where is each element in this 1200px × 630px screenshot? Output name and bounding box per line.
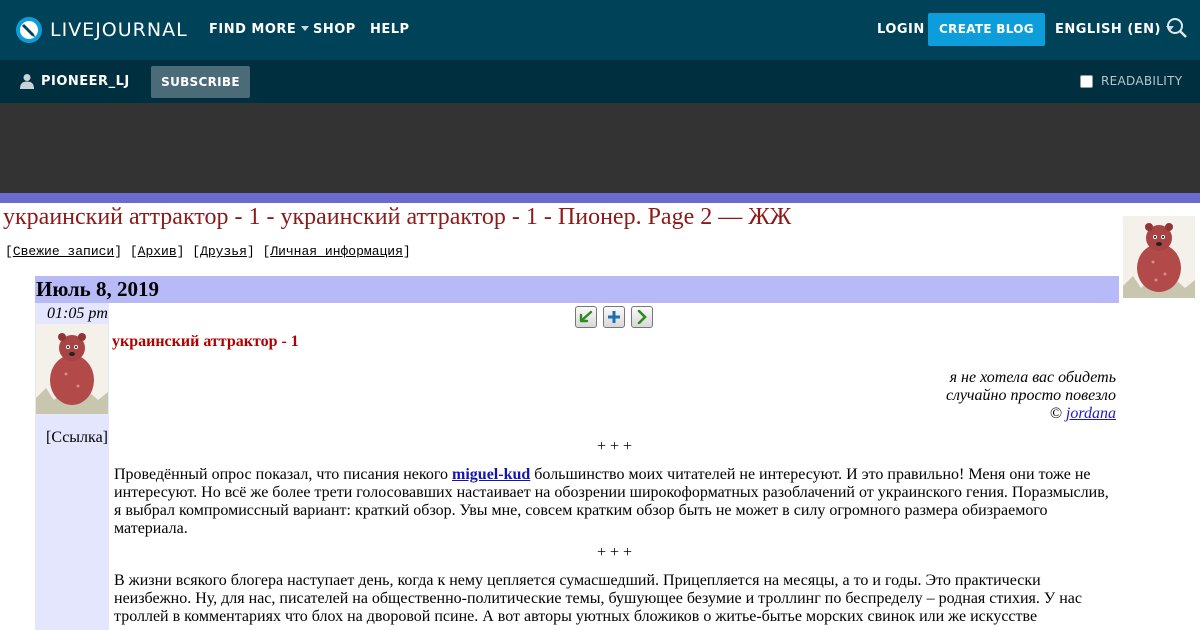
entry-userpic[interactable] <box>36 324 108 414</box>
link-user-info[interactable]: Личная информация <box>270 244 403 259</box>
user-icon <box>20 74 34 89</box>
find-more-label: FIND MORE <box>209 22 297 37</box>
readability-label[interactable]: READABILITY <box>1101 60 1182 103</box>
login-link[interactable]: LOGIN <box>877 0 925 60</box>
arrow-forward-icon <box>637 310 647 324</box>
chevron-down-icon <box>301 26 310 31</box>
nav-shop[interactable]: SHOP <box>313 0 356 60</box>
permalink-label[interactable]: [Ссылка] <box>46 429 108 446</box>
epigraph-author-link[interactable]: jordana <box>1066 405 1116 422</box>
journal-userpic[interactable] <box>1123 216 1195 298</box>
entry-paragraph-1: Проведённый опрос показал, что писания н… <box>114 466 1114 538</box>
entry-time: 01:05 pm <box>47 305 108 322</box>
entry-epigraph: я не хотела вас обидеть случайно просто … <box>946 369 1116 423</box>
logo-text: LIVEJOURNAL <box>50 19 188 41</box>
readability-checkbox[interactable] <box>1080 75 1093 88</box>
epigraph-line-1: я не хотела вас обидеть <box>949 369 1116 386</box>
section-separator: + + + <box>597 438 633 455</box>
search-icon[interactable] <box>1166 17 1188 39</box>
entry-date: Июль 8, 2019 <box>36 277 159 301</box>
language-selector[interactable]: ENGLISH (EN) <box>1055 0 1174 60</box>
link-friends[interactable]: Друзья <box>200 244 247 259</box>
arrow-back-icon <box>579 310 593 323</box>
livejournal-logo[interactable]: LIVEJOURNAL <box>15 14 188 46</box>
para1-text-start: Проведённый опрос показал, что писания н… <box>114 466 453 483</box>
epigraph-line-2: случайно просто повезло <box>945 387 1116 404</box>
plus-icon <box>608 311 620 323</box>
journal-nav-links: [Свежие записи] [Архив] [Друзья] [Личная… <box>5 244 411 259</box>
user-link-miguel-kud[interactable]: miguel-kud <box>452 466 530 483</box>
section-separator: + + + <box>597 544 633 561</box>
header-divider <box>0 193 1200 203</box>
livejournal-logo-icon <box>16 17 42 43</box>
nav-help[interactable]: HELP <box>370 0 410 60</box>
journal-title: украинский аттрактор - 1 - украинский ат… <box>3 204 792 230</box>
entry-paragraph-2: В жизни всякого блогера наступает день, … <box>114 572 1082 625</box>
link-archive[interactable]: Архив <box>138 244 177 259</box>
entry-permalink[interactable]: [Ссылка] <box>46 429 108 447</box>
epigraph-attribution: © jordana <box>946 405 1116 423</box>
language-label: ENGLISH (EN) <box>1055 22 1161 37</box>
nav-find-more[interactable]: FIND MORE <box>209 0 310 60</box>
entry-date-bar <box>35 276 1119 303</box>
entry-title: украинский аттрактор - 1 <box>112 333 299 350</box>
link-recent-entries[interactable]: Свежие записи <box>13 244 114 259</box>
journal-username[interactable]: PIONEER_LJ <box>41 60 130 103</box>
previous-entry-button[interactable] <box>575 306 597 328</box>
create-blog-button[interactable]: CREATE BLOG <box>928 13 1045 46</box>
add-memory-button[interactable] <box>603 306 625 328</box>
next-entry-button[interactable] <box>631 306 653 328</box>
ad-banner-area <box>0 103 1200 193</box>
subscribe-button[interactable]: SUBSCRIBE <box>151 66 250 98</box>
copyright-sign: © <box>1049 405 1066 422</box>
